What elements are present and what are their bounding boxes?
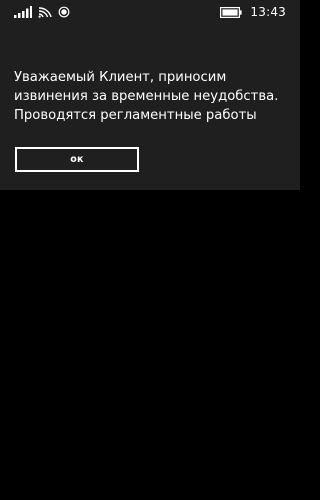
signal-strength-icon [14, 6, 32, 18]
status-icons-right: 13:43 [220, 2, 286, 22]
wifi-icon [38, 6, 52, 18]
dialog-message: Уважаемый Клиент, приносим извинения за … [14, 70, 279, 123]
maintenance-dialog: Уважаемый Клиент, приносим извинения за … [0, 24, 300, 190]
location-icon [58, 6, 70, 18]
status-bar: 13:43 [0, 0, 300, 24]
battery-icon [220, 6, 243, 18]
ok-button[interactable]: ок [15, 147, 139, 172]
phone-screen: 13:43 Уважаемый Клиент, приносим извинен… [0, 0, 300, 500]
status-icons-left [14, 4, 70, 20]
status-clock: 13:43 [250, 5, 286, 19]
